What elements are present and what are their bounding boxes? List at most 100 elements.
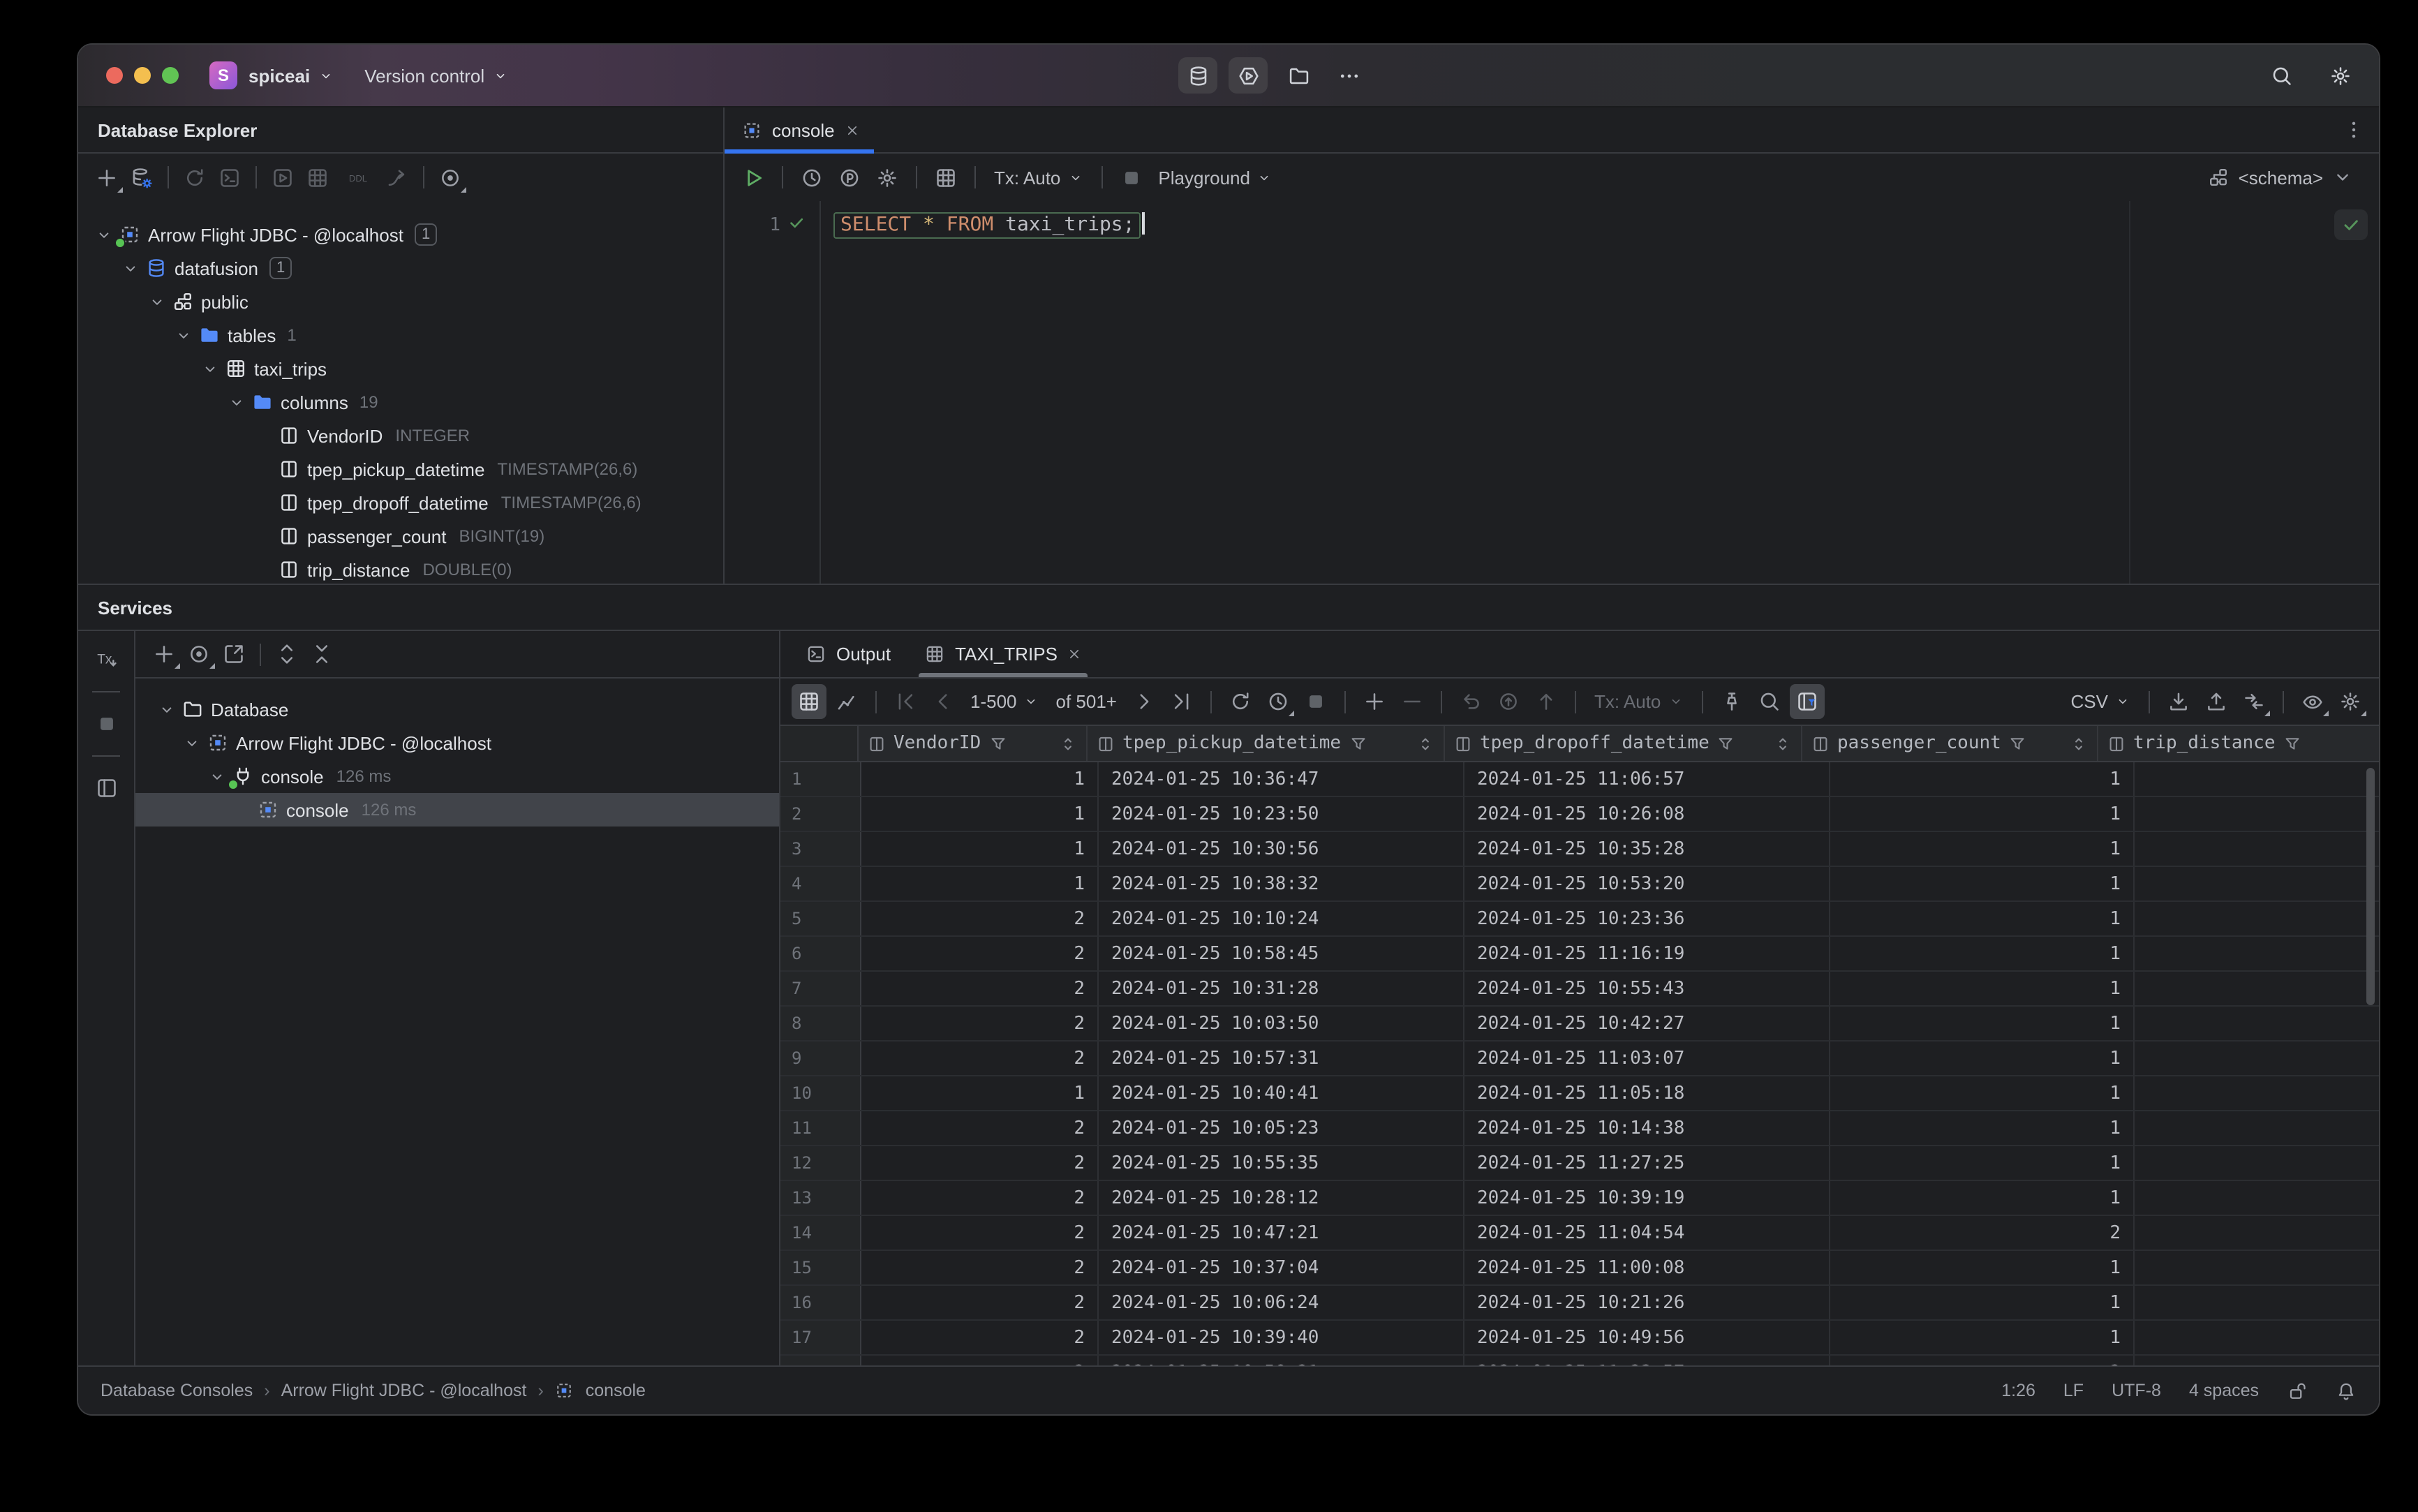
table-row[interactable]: 3 1 2024-01-25 10:30:56 2024-01-25 10:35:28… [780,832,2379,867]
cell-passenger-count[interactable]: 1 [1830,937,2135,970]
cell-tpep-pickup-datetime[interactable]: 2024-01-25 10:58:21 [1099,1356,1464,1365]
sort-icon[interactable] [1773,734,1793,753]
cell-tpep-dropoff-datetime[interactable]: 2024-01-25 11:27:25 [1464,1146,1830,1180]
datasource-gear-button[interactable] [124,160,159,195]
console-jump-button[interactable] [212,160,247,195]
tree-item-trip-distance[interactable]: trip_distance DOUBLE(0) [78,553,723,584]
table-row[interactable]: 17 2 2024-01-25 10:39:40 2024-01-25 10:49:5… [780,1321,2379,1356]
table-row[interactable]: 13 2 2024-01-25 10:28:12 2024-01-25 10:39:1… [780,1181,2379,1216]
cell-passenger-count[interactable]: 1 [1830,902,2135,935]
cell-trip-distance[interactable]: 11.99 [2135,1146,2379,1180]
chevron-down-icon[interactable] [172,323,195,347]
chevron-down-icon[interactable] [225,390,249,414]
cell-trip-distance[interactable]: 0.76 [2135,1042,2379,1075]
row-number[interactable]: 3 [780,832,861,866]
cell-vendorid[interactable]: 2 [861,972,1099,1005]
table-row[interactable]: 11 2 2024-01-25 10:05:23 2024-01-25 10:14:3… [780,1111,2379,1146]
tx-mode-button[interactable]: Tx: Auto [1587,684,1690,719]
grid-button[interactable] [792,684,826,719]
filter-panel-button[interactable] [1789,684,1825,719]
folder-outline-button[interactable] [1279,57,1318,94]
search-button[interactable] [2262,57,2301,94]
tree-item-taxi-trips[interactable]: taxi_trips [78,352,723,385]
table-row[interactable]: 14 2 2024-01-25 10:47:21 2024-01-25 11:04:5… [780,1216,2379,1251]
cell-trip-distance[interactable]: 18.6 [2135,1007,2379,1040]
cell-tpep-pickup-datetime[interactable]: 2024-01-25 10:23:50 [1099,797,1464,831]
undo-button[interactable] [1453,684,1488,719]
row-number[interactable]: 14 [780,1216,861,1250]
cell-passenger-count[interactable]: 1 [1830,972,2135,1005]
line-ending-widget[interactable]: LF [2063,1381,2084,1400]
cell-vendorid[interactable]: 1 [861,1076,1099,1110]
cell-trip-distance[interactable]: 2.46 [2135,1251,2379,1284]
cell-passenger-count[interactable]: 1 [1830,1111,2135,1145]
cell-passenger-count[interactable]: 1 [1830,797,2135,831]
export-button[interactable] [2237,684,2271,719]
prev-button[interactable] [926,684,960,719]
cell-tpep-dropoff-datetime[interactable]: 2024-01-25 11:04:54 [1464,1216,1830,1250]
tx-button[interactable]: Tx [89,642,124,677]
cell-tpep-pickup-datetime[interactable]: 2024-01-25 10:39:40 [1099,1321,1464,1354]
expand-all-button[interactable] [269,637,304,672]
stop-button[interactable] [1298,684,1333,719]
cell-tpep-pickup-datetime[interactable]: 2024-01-25 10:55:35 [1099,1146,1464,1180]
cell-trip-distance[interactable]: 1.8 [2135,1076,2379,1110]
eye-button[interactable] [2295,684,2330,719]
table-row[interactable]: 7 2 2024-01-25 10:31:28 2024-01-25 10:55:43… [780,972,2379,1007]
close-icon[interactable] [1067,646,1083,662]
refresh-button[interactable] [177,160,212,195]
table-row[interactable]: 10 1 2024-01-25 10:40:41 2024-01-25 11:05:1… [780,1076,2379,1111]
table-row[interactable]: 8 2 2024-01-25 10:03:50 2024-01-25 10:42:27… [780,1007,2379,1042]
cell-passenger-count[interactable]: 1 [1830,1181,2135,1215]
minus-button[interactable] [1395,684,1430,719]
clock-button[interactable] [1261,684,1296,719]
eye-target-button[interactable] [433,160,468,195]
column-header-vendorid[interactable]: VendorID [859,726,1088,761]
lock-open-icon[interactable] [2287,1380,2308,1401]
cell-tpep-pickup-datetime[interactable]: 2024-01-25 10:57:31 [1099,1042,1464,1075]
tree-item-public[interactable]: public [78,285,723,318]
chevron-down-icon[interactable] [92,223,116,246]
row-number[interactable]: 4 [780,867,861,900]
cell-vendorid[interactable]: 1 [861,867,1099,900]
cell-vendorid[interactable]: 2 [861,1321,1099,1354]
sort-icon[interactable] [2069,734,2089,753]
cell-vendorid[interactable]: 2 [861,1146,1099,1180]
indent-widget[interactable]: 4 spaces [2189,1381,2259,1400]
cell-tpep-pickup-datetime[interactable]: 2024-01-25 10:38:32 [1099,867,1464,900]
run-box-button[interactable] [265,160,300,195]
funnel-icon[interactable] [2008,734,2028,753]
cell-trip-distance[interactable]: 0.68 [2135,1111,2379,1145]
table-row[interactable]: 2 1 2024-01-25 10:23:50 2024-01-25 10:26:08… [780,797,2379,832]
chevron-down-icon[interactable] [180,731,204,755]
export-format-button[interactable]: CSV [2064,684,2137,719]
table-row[interactable]: 9 2 2024-01-25 10:57:31 2024-01-25 11:03:07… [780,1042,2379,1076]
cell-tpep-pickup-datetime[interactable]: 2024-01-25 10:03:50 [1099,1007,1464,1040]
total-rows-button[interactable]: of 501+ [1049,684,1125,719]
cell-tpep-dropoff-datetime[interactable]: 2024-01-25 11:16:19 [1464,937,1830,970]
row-number[interactable]: 16 [780,1286,861,1319]
layout-button[interactable] [89,771,124,806]
schema-selector[interactable]: <schema> [2208,166,2368,188]
cell-trip-distance[interactable]: 1.14 [2135,937,2379,970]
funnel-icon[interactable] [1716,734,1736,753]
page-range-button[interactable]: 1-500 [963,684,1046,719]
pin-button[interactable] [1714,684,1749,719]
grid-button[interactable] [928,160,963,195]
cell-vendorid[interactable]: 2 [861,1216,1099,1250]
cell-trip-distance[interactable]: 0.4 [2135,797,2379,831]
cell-passenger-count[interactable]: 2 [1830,1216,2135,1250]
gear-button[interactable] [870,160,905,195]
row-number[interactable]: 1 [780,762,861,796]
close-window-button[interactable] [106,67,123,84]
chevron-down-icon[interactable] [155,697,179,721]
cell-passenger-count[interactable]: 1 [1830,1076,2135,1110]
cell-tpep-dropoff-datetime[interactable]: 2024-01-25 11:06:57 [1464,762,1830,796]
tx-mode-button[interactable]: Tx: Auto [987,160,1090,195]
refresh-button[interactable] [1223,684,1258,719]
funnel-icon[interactable] [2283,734,2302,753]
collapse-all-button[interactable] [304,637,339,672]
tree-item-columns[interactable]: columns 19 [78,385,723,419]
column-header-passenger-count[interactable]: passenger_count [1802,726,2098,761]
row-number[interactable]: 10 [780,1076,861,1110]
